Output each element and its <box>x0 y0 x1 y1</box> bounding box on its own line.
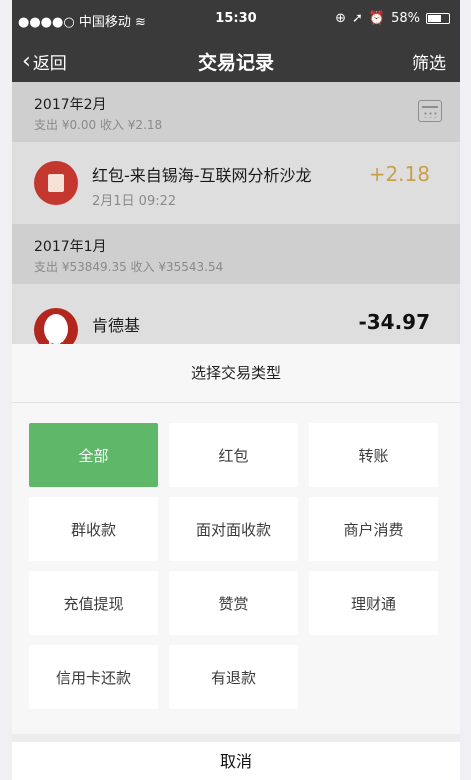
battery-icon <box>426 13 450 24</box>
transaction-date: 2月1日 09:22 <box>92 194 177 209</box>
option-wealth[interactable]: 理财通 <box>309 571 438 635</box>
alarm-icon: ⏰ <box>368 11 386 26</box>
option-face-to-face[interactable]: 面对面收款 <box>169 497 298 561</box>
option-topup-withdraw[interactable]: 充值提现 <box>29 571 158 635</box>
separator <box>12 734 460 742</box>
option-all[interactable]: 全部 <box>29 423 158 487</box>
month-summary: 支出 ¥0.00 收入 ¥2.18 <box>34 118 163 132</box>
transaction-amount: +2.18 <box>368 162 430 186</box>
filter-button[interactable]: 筛选 <box>412 49 446 74</box>
sheet-title: 选择交易类型 <box>190 364 281 382</box>
option-credit-card[interactable]: 信用卡还款 <box>29 645 158 709</box>
transaction-type-sheet: 选择交易类型 全部 红包 转账 群收款 面对面收款 商户消费 充值提现 赞赏 理… <box>12 344 460 780</box>
app-screen: ●●●●○ 中国移动 ≋ 15:30 ⊕ ➚ ⏰ 58% ‹ 返回 交易记录 筛… <box>0 0 471 780</box>
option-red-packet[interactable]: 红包 <box>169 423 298 487</box>
page-title: 交易记录 <box>197 52 274 74</box>
transaction-title: 肯德基 <box>92 316 141 335</box>
option-transfer[interactable]: 转账 <box>309 423 438 487</box>
list-item[interactable]: 红包-来自锡海-互联网分析沙龙 2月1日 09:22 +2.18 <box>12 142 460 224</box>
status-bar: ●●●●○ 中国移动 ≋ 15:30 ⊕ ➚ ⏰ 58% <box>12 0 460 38</box>
month-header: 2017年2月 支出 ¥0.00 收入 ¥2.18 <box>12 82 460 142</box>
lock-rotation-icon: ⊕ <box>335 11 346 26</box>
month-title: 2017年2月 <box>34 97 107 113</box>
location-icon: ➚ <box>352 11 363 26</box>
cancel-button[interactable]: 取消 <box>12 742 460 780</box>
option-group-collect[interactable]: 群收款 <box>29 497 158 561</box>
transaction-amount: -34.97 <box>358 310 430 334</box>
option-reward[interactable]: 赞赏 <box>169 571 298 635</box>
option-refund[interactable]: 有退款 <box>169 645 298 709</box>
list-item[interactable]: KFC 肯德基 -34.97 <box>12 284 460 352</box>
red-packet-icon <box>34 161 78 205</box>
option-merchant[interactable]: 商户消费 <box>309 497 438 561</box>
transaction-list: 2017年2月 支出 ¥0.00 收入 ¥2.18 红包-来自锡海-互联网分析沙… <box>12 82 460 352</box>
month-summary: 支出 ¥53849.35 收入 ¥35543.54 <box>34 260 224 274</box>
month-header: 2017年1月 支出 ¥53849.35 收入 ¥35543.54 <box>12 224 460 284</box>
battery-percent: 58% <box>391 11 420 26</box>
transaction-title: 红包-来自锡海-互联网分析沙龙 <box>92 166 312 185</box>
navigation-bar: ‹ 返回 交易记录 筛选 <box>12 38 460 82</box>
type-options-grid: 全部 红包 转账 群收款 面对面收款 商户消费 充值提现 赞赏 理财通 信用卡还… <box>29 423 438 713</box>
divider <box>12 402 460 403</box>
calendar-icon[interactable] <box>418 100 442 122</box>
month-title: 2017年1月 <box>34 239 107 255</box>
